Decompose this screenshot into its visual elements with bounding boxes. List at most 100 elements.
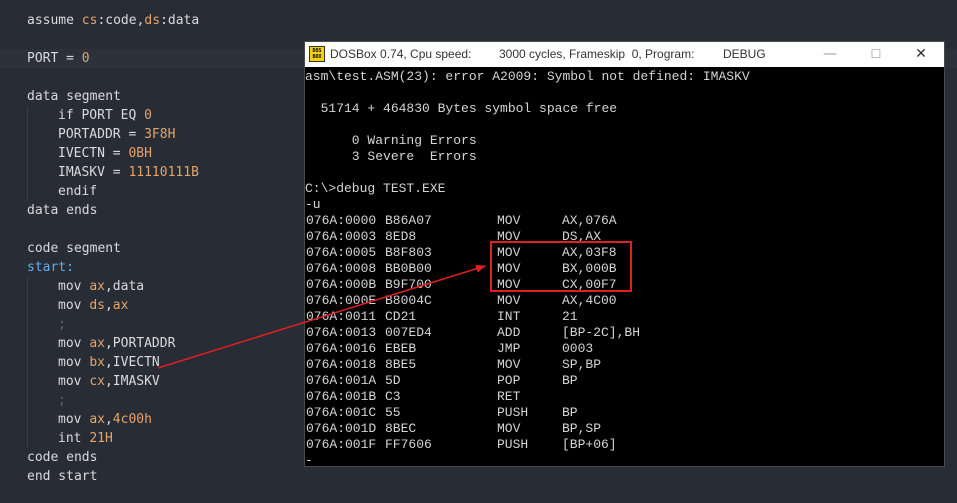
disasm-addr: 076A:0018: [306, 357, 377, 372]
dos-prompt[interactable]: -: [305, 453, 313, 466]
disasm-row: 076A:001A 5D POP BP: [305, 373, 944, 389]
disasm-bytes: EBEB: [385, 341, 417, 356]
code-text: endif: [58, 182, 97, 201]
code-token: ax: [112, 298, 129, 313]
code-token: 4c00h: [112, 412, 152, 427]
code-token: :code,: [97, 13, 145, 28]
disasm-row: 076A:0000 B86A07 MOV AX,076A: [305, 213, 944, 229]
code-token: endif: [58, 184, 98, 199]
code-text: data ends: [27, 201, 97, 220]
code-token: ,data: [104, 279, 145, 294]
disasm-arg: SP,BP: [562, 357, 602, 372]
disasm-bytes: FF7606: [385, 437, 432, 452]
code-token: if PORT EQ: [58, 108, 145, 123]
dos-output-line: -u: [305, 197, 321, 212]
code-token: ,: [104, 298, 113, 313]
code-token: data ends: [27, 203, 98, 218]
close-button[interactable]: ✕: [898, 42, 944, 67]
code-token: 0BH: [128, 146, 152, 161]
disasm-row: 076A:001B C3 RET: [305, 389, 944, 405]
code-token: assume: [27, 13, 82, 28]
code-token: code segment: [27, 241, 121, 256]
code-token: ax: [89, 336, 105, 351]
disasm-op: RET: [497, 389, 521, 404]
disasm-op: ADD: [497, 325, 521, 340]
code-token: ,: [104, 412, 113, 427]
disasm-bytes: 8BEC: [385, 421, 417, 436]
maximize-button[interactable]: ☐: [853, 42, 899, 67]
program-name: DEBUG: [723, 47, 766, 61]
disasm-addr: 076A:0008: [306, 261, 377, 276]
disasm-arg: [BP+06]: [562, 437, 617, 452]
disasm-arg: BP: [562, 405, 578, 420]
disasm-op: MOV: [497, 213, 521, 228]
disasm-op: MOV: [497, 357, 521, 372]
code-text: start:: [27, 258, 74, 277]
code-text: code ends: [27, 448, 97, 467]
code-text: IMASKV = 11110111B: [58, 163, 199, 182]
disasm-addr: 076A:001C: [306, 405, 377, 420]
code-token: ds: [89, 298, 105, 313]
disasm-row: 076A:0016 EBEB JMP 0003: [305, 341, 944, 357]
disasm-addr: 076A:001A: [306, 373, 377, 388]
code-line[interactable]: end start: [0, 467, 957, 486]
code-token: PORT =: [27, 51, 82, 66]
code-text: mov ax,4c00h: [58, 410, 152, 429]
disasm-op: INT: [497, 309, 521, 324]
code-token: code ends: [27, 450, 98, 465]
code-line[interactable]: assume cs:code,ds:data: [0, 11, 957, 30]
code-token: cx: [89, 374, 105, 389]
disasm-arg: [BP-2C],BH: [562, 325, 641, 340]
dosbox-titlebar[interactable]: DOS BOX DOSBox 0.74, Cpu speed: 3000 cyc…: [305, 42, 944, 67]
code-text: data segment: [27, 87, 121, 106]
code-token: cs: [81, 13, 98, 28]
code-text: mov cx,IMASKV: [58, 372, 160, 391]
disasm-bytes: B86A07: [385, 213, 432, 228]
code-text: mov ax,data: [58, 277, 144, 296]
code-token: bx: [89, 355, 105, 370]
code-token: IMASKV =: [58, 165, 129, 180]
code-token: ;: [58, 393, 66, 408]
code-token: mov: [58, 336, 90, 351]
disasm-arg: AX,4C00: [562, 293, 617, 308]
disasm-op: PUSH: [497, 405, 529, 420]
code-text: int 21H: [58, 429, 113, 448]
disasm-bytes: B8004C: [385, 293, 432, 308]
code-token: ,PORTADDR: [104, 336, 176, 351]
disasm-addr: 076A:0011: [306, 309, 377, 324]
disasm-addr: 076A:0005: [306, 245, 377, 260]
disasm-addr: 076A:0000: [306, 213, 377, 228]
disasm-op: MOV: [497, 421, 521, 436]
code-token: mov: [58, 355, 90, 370]
code-token: start:: [27, 260, 74, 275]
code-token: ,IVECTN: [104, 355, 160, 370]
disasm-op: POP: [497, 373, 521, 388]
disasm-arg: AX,076A: [562, 213, 617, 228]
disasm-bytes: 007ED4: [385, 325, 432, 340]
code-token: IVECTN =: [58, 146, 129, 161]
dos-output-line: 0 Warning Errors: [305, 133, 477, 148]
code-token: ax: [89, 279, 105, 294]
code-token: :data: [160, 13, 200, 28]
code-text: ;: [58, 315, 66, 334]
code-text: assume cs:code,ds:data: [27, 11, 199, 30]
dos-output-line: C:\>debug TEST.EXE: [305, 181, 446, 196]
disasm-op: MOV: [497, 293, 521, 308]
code-token: mov: [58, 412, 90, 427]
disasm-arg: BP: [562, 373, 578, 388]
dos-output-line: asm\test.ASM(23): error A2009: Symbol no…: [305, 69, 750, 84]
code-token: mov: [58, 279, 90, 294]
code-token: mov: [58, 374, 90, 389]
code-token: mov: [58, 298, 90, 313]
disasm-row: 076A:0018 8BE5 MOV SP,BP: [305, 357, 944, 373]
disasm-addr: 076A:0016: [306, 341, 377, 356]
code-token: ax: [89, 412, 105, 427]
code-text: mov ds,ax: [58, 296, 128, 315]
code-token: 0: [81, 51, 90, 66]
minimize-button[interactable]: —: [807, 42, 853, 67]
disasm-row: 076A:000E B8004C MOV AX,4C00: [305, 293, 944, 309]
code-text: mov ax,PORTADDR: [58, 334, 175, 353]
code-text: ;: [58, 391, 66, 410]
code-text: if PORT EQ 0: [58, 106, 152, 125]
highlight-box: [490, 241, 632, 292]
